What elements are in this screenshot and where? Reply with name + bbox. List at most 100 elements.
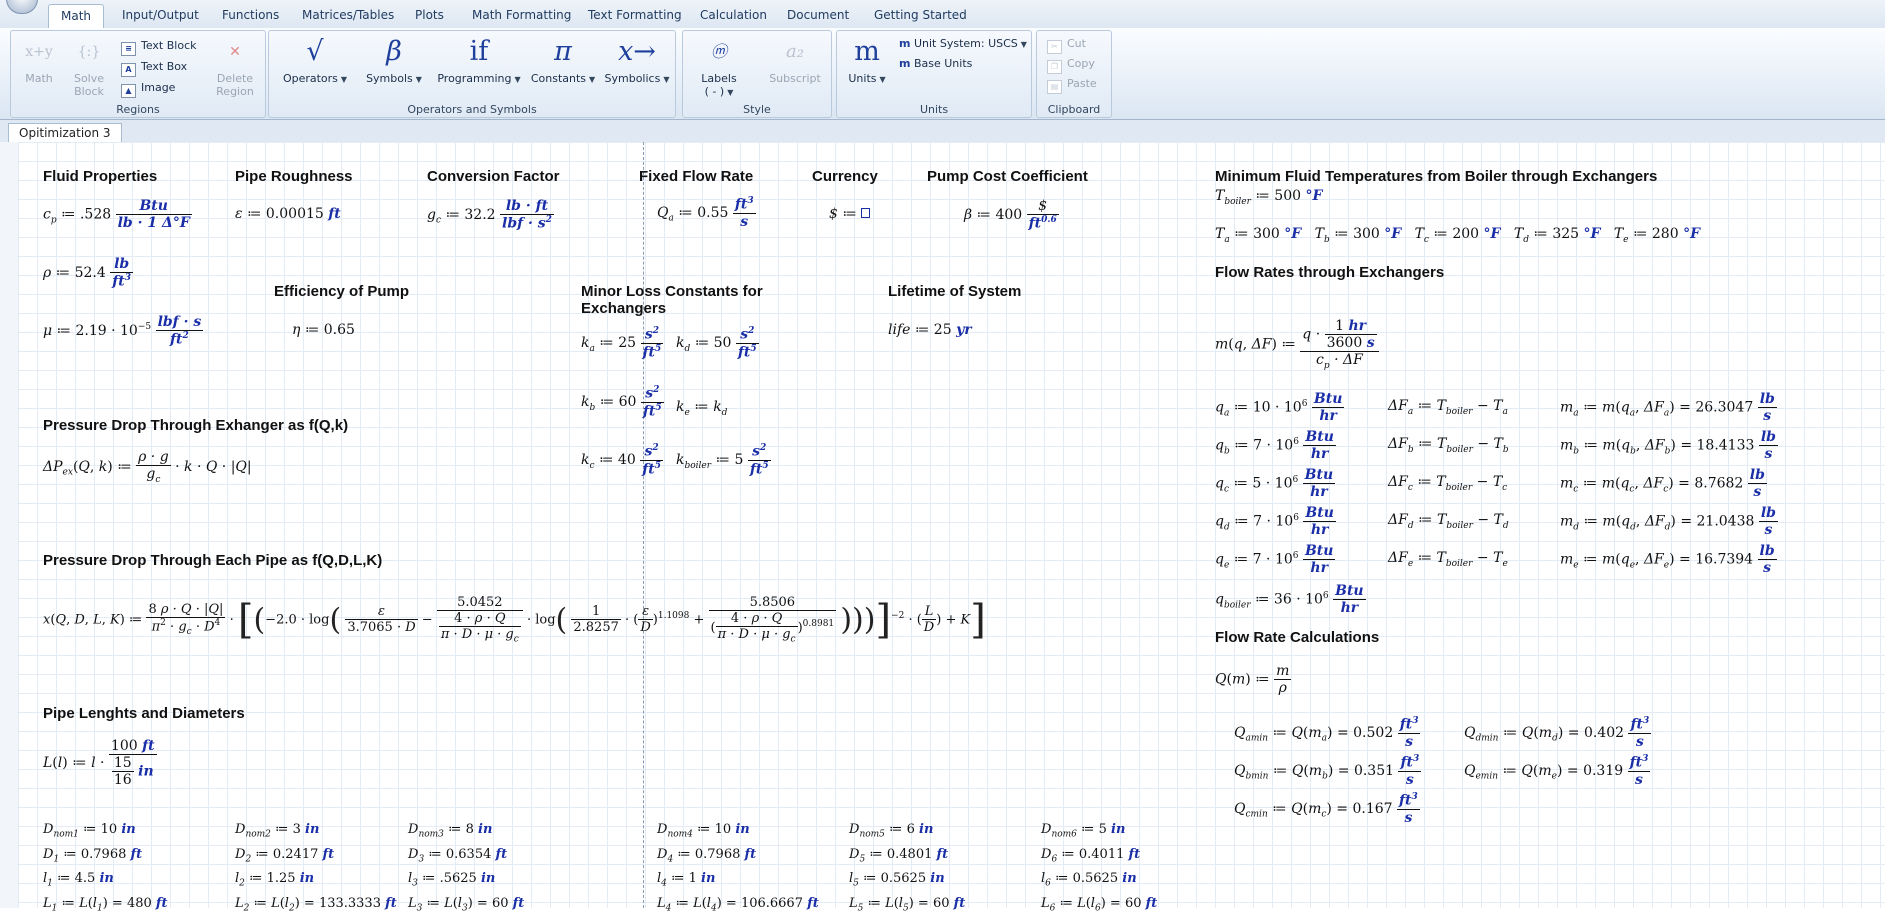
symbols-icon: β xyxy=(386,36,402,67)
tab-getting-started[interactable]: Getting Started xyxy=(862,4,979,27)
math-Qcmin[interactable]: Qcmin ≔ Q(mc) = 0.167 ft3 s xyxy=(1234,792,1420,826)
pipe-column-2[interactable]: Dnom2 ≔ 3 in D2 ≔ 0.2417 ft l2 ≔ 1.25 in… xyxy=(235,820,397,918)
math-mb[interactable]: mb ≔ m(qb, ΔFb) = 18.4133 lb s xyxy=(1560,429,1778,462)
math-qboiler[interactable]: qboiler ≔ 36 · 106 Btu hr xyxy=(1215,583,1366,616)
operators-icon: √ xyxy=(306,36,324,67)
math-Qemin[interactable]: Qemin ≔ Q(me) = 0.319 ft3 s xyxy=(1464,754,1651,788)
placeholder-box[interactable] xyxy=(861,208,871,218)
tab-document[interactable]: Document xyxy=(775,4,861,27)
constants-button[interactable]: π Constants ▼ xyxy=(525,35,601,85)
tab-calculation[interactable]: Calculation xyxy=(688,4,779,27)
math-Qdmin[interactable]: Qdmin ≔ Q(md) = 0.402 ft3 s xyxy=(1464,716,1652,750)
math-mc[interactable]: mc ≔ m(qc, ΔFc) = 8.7682 lb s xyxy=(1560,467,1767,500)
tab-functions[interactable]: Functions xyxy=(210,4,291,27)
math-rho[interactable]: ρ ≔ 52.4 lb ft3 xyxy=(43,256,133,290)
heading-pipe-roughness: Pipe Roughness xyxy=(235,168,353,185)
math-kboiler[interactable]: kboiler ≔ 5 s2 ft5 xyxy=(676,443,771,477)
heading-pressure-exchanger: Pressure Drop Through Exhanger as f(Q,k) xyxy=(43,417,349,434)
math-currency[interactable]: $ ≔ xyxy=(829,206,871,222)
pipe-column-5[interactable]: Dnom5 ≔ 6 in D5 ≔ 0.4801 ft l5 ≔ 0.5625 … xyxy=(849,820,965,918)
subscript-button[interactable]: a₂ Subscript xyxy=(765,35,825,85)
image-button[interactable]: ▲ Image xyxy=(121,81,175,98)
pipe-column-6[interactable]: Dnom6 ≔ 5 in D6 ≔ 0.4011 ft l6 ≔ 0.5625 … xyxy=(1041,820,1157,918)
math-pressure-exchanger[interactable]: ΔPex(Q, k) ≔ ρ · g gc · k · Q · |Q| xyxy=(43,449,252,485)
ribbon-tab-bar: Math Input/Output Functions Matrices/Tab… xyxy=(0,0,1885,29)
math-Qbmin[interactable]: Qbmin ≔ Q(mb) = 0.351 ft3 s xyxy=(1234,754,1422,788)
math-L-function[interactable]: L(l) ≔ l · 100 ft 15 16 in xyxy=(43,738,157,788)
text-box-button[interactable]: A Text Box xyxy=(121,60,187,77)
math-qd[interactable]: qd ≔ 7 · 106 Btu hr xyxy=(1215,505,1336,538)
math-Tboiler[interactable]: Tboiler ≔ 500 °F xyxy=(1215,188,1322,207)
symbols-button[interactable]: β Symbols ▼ xyxy=(359,35,429,85)
pipe-column-3[interactable]: Dnom3 ≔ 8 in D3 ≔ 0.6354 ft l3 ≔ .5625 i… xyxy=(408,820,524,918)
heading-minor-loss: Minor Loss Constants for Exchangers xyxy=(581,283,763,317)
heading-lifetime: Lifetime of System xyxy=(888,283,1022,300)
tab-math[interactable]: Math xyxy=(48,4,105,29)
math-life[interactable]: life ≔ 25 yr xyxy=(888,322,972,338)
heading-flow-rates: Flow Rates through Exchangers xyxy=(1215,264,1445,281)
copy-button[interactable]: ❐ Copy xyxy=(1047,57,1095,74)
cut-button[interactable]: ✂ Cut xyxy=(1047,37,1086,54)
math-ka[interactable]: ka ≔ 25 s2 ft5 xyxy=(581,326,664,360)
math-ke[interactable]: ke ≔ kd xyxy=(676,399,727,418)
math-Q-function[interactable]: Q(m) ≔ mρ xyxy=(1215,663,1292,696)
units-icon: m xyxy=(854,36,880,67)
page-break-line xyxy=(643,142,644,908)
math-pressure-pipe[interactable]: x(Q, D, L, K) ≔ 8 ρ · Q · |Q| π2 · gc · D… xyxy=(43,595,986,645)
units-button[interactable]: m Units ▼ xyxy=(843,35,891,85)
math-region-icon: x+y xyxy=(25,44,53,60)
symbolics-icon: x→ xyxy=(618,36,656,67)
math-m-function[interactable]: m(q, ΔF) ≔ q · 1 hr 3600 s cp · ΔF xyxy=(1215,318,1379,371)
base-units-icon: m xyxy=(899,57,911,70)
math-qb[interactable]: qb ≔ 7 · 106 Btu hr xyxy=(1215,429,1336,462)
tab-input-output[interactable]: Input/Output xyxy=(110,4,211,27)
paste-button[interactable]: ▤ Paste xyxy=(1047,77,1097,94)
math-T-exchangers[interactable]: Ta ≔ 300 °F Tb ≔ 300 °F Tc ≔ 200 °F Td ≔… xyxy=(1215,226,1700,245)
text-box-icon: A xyxy=(121,63,136,77)
tab-text-formatting[interactable]: Text Formatting xyxy=(576,4,694,27)
tab-plots[interactable]: Plots xyxy=(403,4,456,27)
math-dFa[interactable]: ΔFa ≔ Tboiler − Ta xyxy=(1388,398,1508,417)
solve-block-button[interactable]: {:} Solve Block xyxy=(69,35,109,98)
base-units-button[interactable]: m Base Units xyxy=(899,57,972,70)
math-qa[interactable]: qa ≔ 10 · 106 Btu hr xyxy=(1215,391,1345,424)
math-beta[interactable]: β ≔ 400 $ ft0.6 xyxy=(964,198,1059,232)
math-mu[interactable]: μ ≔ 2.19 · 10−5 lbf · s ft2 xyxy=(43,314,204,348)
operators-button[interactable]: √ Operators ▼ xyxy=(279,35,351,85)
math-md[interactable]: md ≔ m(qd, ΔFd) = 21.0438 lb s xyxy=(1560,505,1778,538)
pipe-column-4[interactable]: Dnom4 ≔ 10 in D4 ≔ 0.7968 ft l4 ≔ 1 in L… xyxy=(657,820,819,918)
document-tab[interactable]: Opitimization 3 xyxy=(8,123,122,143)
tab-matrices-tables[interactable]: Matrices/Tables xyxy=(290,4,406,27)
math-dFd[interactable]: ΔFd ≔ Tboiler − Td xyxy=(1388,512,1509,531)
text-block-button[interactable]: ≡ Text Block xyxy=(121,39,197,56)
copy-icon: ❐ xyxy=(1047,60,1062,74)
programming-button[interactable]: if Programming ▼ xyxy=(431,35,527,85)
math-kd[interactable]: kd ≔ 50 s2 ft5 xyxy=(676,326,759,360)
delete-region-button[interactable]: ✕ Delete Region xyxy=(211,35,259,98)
math-qc[interactable]: qc ≔ 5 · 106 Btu hr xyxy=(1215,467,1336,500)
heading-flow-rate-calculations: Flow Rate Calculations xyxy=(1215,629,1380,646)
math-Qamin[interactable]: Qamin ≔ Q(ma) = 0.502 ft3 s xyxy=(1234,716,1421,750)
math-kc[interactable]: kc ≔ 40 s2 ft5 xyxy=(581,443,663,477)
math-dFc[interactable]: ΔFc ≔ Tboiler − Tc xyxy=(1388,474,1507,493)
tab-math-formatting[interactable]: Math Formatting xyxy=(460,4,583,27)
math-dFb[interactable]: ΔFb ≔ Tboiler − Tb xyxy=(1388,436,1509,455)
math-epsilon[interactable]: ε ≔ 0.00015 ft xyxy=(235,206,341,222)
math-Qa[interactable]: Qa ≔ 0.55 ft3 s xyxy=(657,196,756,230)
math-cp[interactable]: cp ≔ .528 Btu lb · 1 Δ°F xyxy=(43,198,192,231)
math-eta[interactable]: η ≔ 0.65 xyxy=(292,322,355,338)
paste-icon: ▤ xyxy=(1047,80,1062,94)
application-menu-button[interactable] xyxy=(6,0,38,14)
math-me[interactable]: me ≔ m(qe, ΔFe) = 16.7394 lb s xyxy=(1560,543,1777,576)
math-kb[interactable]: kb ≔ 60 s2 ft5 xyxy=(581,385,664,419)
symbolics-button[interactable]: x→ Symbolics ▼ xyxy=(599,35,675,85)
unit-system-selector[interactable]: m Unit System: USCS ▼ xyxy=(899,37,1027,50)
math-gc[interactable]: gc ≔ 32.2 lb · ft lbf · s2 xyxy=(427,198,554,232)
math-dFe[interactable]: ΔFe ≔ Tboiler − Te xyxy=(1388,550,1508,569)
math-ma[interactable]: ma ≔ m(qa, ΔFa) = 26.3047 lb s xyxy=(1560,391,1777,424)
labels-button[interactable]: ⓜ Labels ( - ) ▼ xyxy=(689,35,749,98)
math-qe[interactable]: qe ≔ 7 · 106 Btu hr xyxy=(1215,543,1336,576)
image-icon: ▲ xyxy=(121,84,136,98)
pipe-column-1[interactable]: Dnom1 ≔ 10 in D1 ≔ 0.7968 ft l1 ≔ 4.5 in… xyxy=(43,820,168,918)
math-region-button[interactable]: x+y Math xyxy=(19,35,59,85)
